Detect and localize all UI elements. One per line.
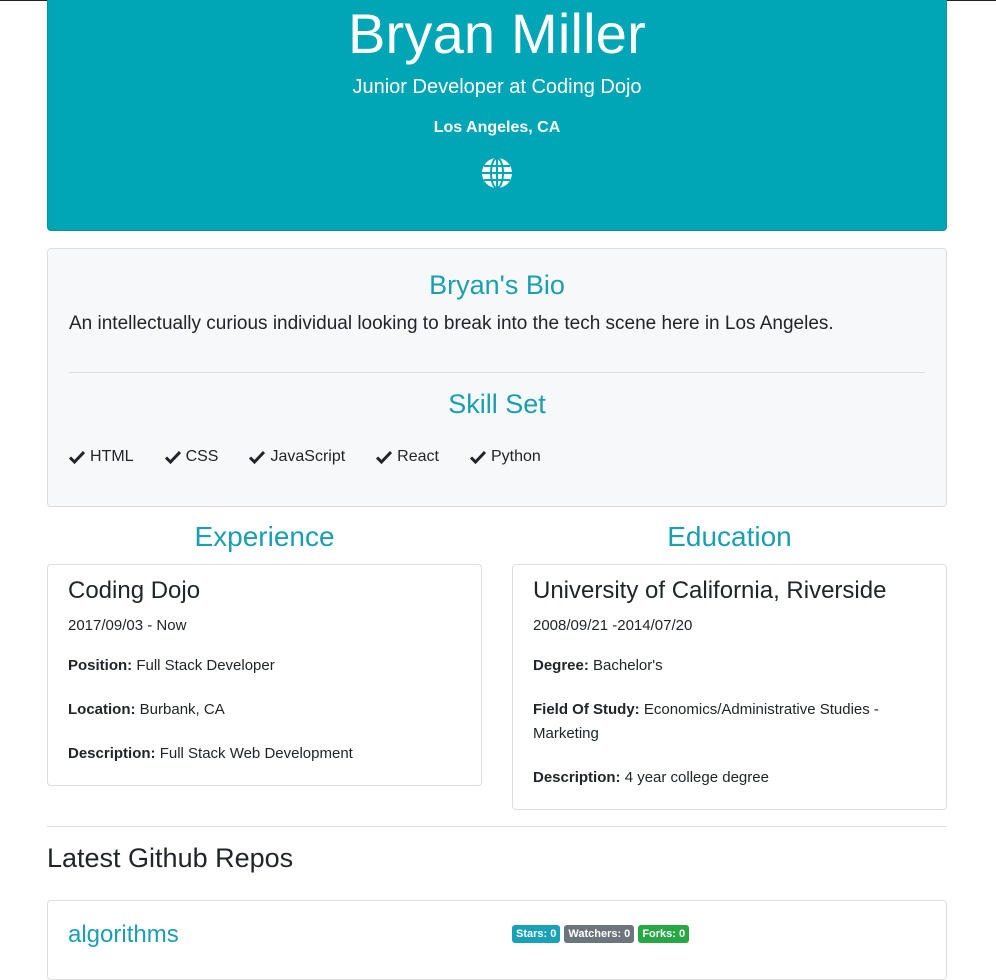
location-label: Location: [68,701,136,718]
stars-badge: Stars: 0 [512,925,561,943]
education-heading: Education [667,521,792,552]
check-icon [164,450,181,464]
divider [47,826,947,827]
skill-item: React [376,448,439,466]
experience-position: Position: Full Stack Developer [68,654,461,678]
repo-badges: Stars: 0 Watchers: 0 Forks: 0 [512,925,693,943]
description-value: 4 year college degree [624,769,769,786]
skills-list: HTML CSS JavaScript React Python [69,448,572,466]
position-label: Position: [68,657,133,674]
skill-item: Python [469,448,541,466]
profile-header: Bryan Miller Junior Developer at Coding … [47,0,947,231]
education-degree: Degree: Bachelor's [533,654,926,678]
description-value: Full Stack Web Development [159,745,353,762]
profile-name: Bryan Miller [347,2,646,65]
description-label: Description: [68,745,156,762]
globe-icon[interactable] [481,157,513,189]
repo-link[interactable]: algorithms [68,921,179,949]
divider [69,372,925,373]
repos-heading: Latest Github Repos [47,843,294,873]
bio-card: Bryan's Bio An intellectually curious in… [47,248,947,507]
experience-location: Location: Burbank, CA [68,698,461,722]
field-label: Field Of Study: [533,701,640,718]
check-icon [469,450,486,464]
check-icon [376,450,393,464]
skill-item: JavaScript [249,448,345,466]
bio-heading: Bryan's Bio [429,270,565,300]
profile-title: Junior Developer at Coding Dojo [352,76,642,98]
education-description: Description: 4 year college degree [533,766,926,790]
location-value: Burbank, CA [139,701,225,718]
education-field: Field Of Study: Economics/Administrative… [533,698,926,746]
description-label: Description: [533,769,621,786]
skill-label: Python [490,448,541,465]
degree-label: Degree: [533,657,589,674]
skill-label: JavaScript [270,448,346,465]
experience-heading: Experience [194,521,335,552]
skill-item: HTML [69,448,134,466]
bio-text: An intellectually curious individual loo… [69,313,834,334]
profile-location: Los Angeles, CA [433,119,561,136]
experience-company: Coding Dojo [68,577,201,604]
position-value: Full Stack Developer [136,657,275,674]
experience-description: Description: Full Stack Web Development [68,742,461,766]
skill-label: HTML [90,448,134,465]
skill-label: CSS [185,448,219,465]
check-icon [69,450,85,464]
skill-item: CSS [164,448,219,466]
experience-card: Coding Dojo 2017/09/03 - Now Position: F… [47,564,482,786]
experience-dates: 2017/09/03 - Now [68,617,187,634]
skill-label: React [397,448,439,465]
repo-card: algorithms Stars: 0 Watchers: 0 Forks: 0 [47,900,947,980]
degree-value: Bachelor's [593,657,663,674]
skills-heading: Skill Set [448,389,546,419]
forks-badge: Forks: 0 [638,925,690,943]
education-school: University of California, Riverside [533,577,887,604]
education-card: University of California, Riverside 2008… [512,564,947,810]
watchers-badge: Watchers: 0 [564,925,635,943]
check-icon [249,450,266,464]
education-dates: 2008/09/21 -2014/07/20 [533,617,693,634]
